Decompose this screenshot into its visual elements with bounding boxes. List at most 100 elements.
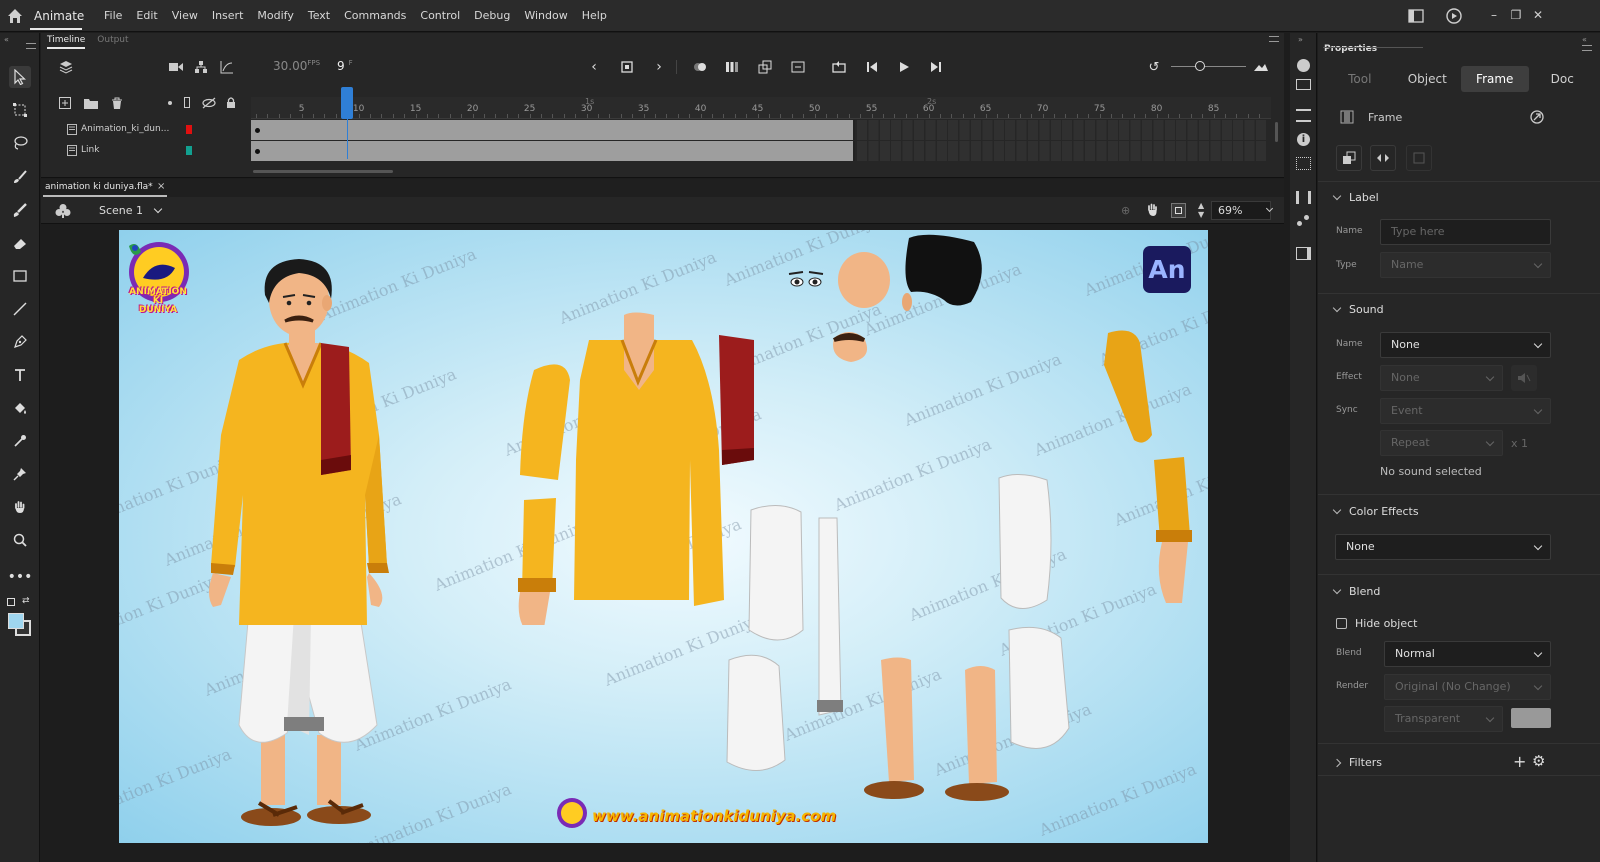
info-panel-icon[interactable]: i <box>1297 133 1310 146</box>
close-tab-icon[interactable]: × <box>157 181 165 192</box>
code-snippets-panel-icon[interactable] <box>1296 247 1311 260</box>
reset-zoom-icon[interactable]: ↺ <box>1146 59 1162 75</box>
render-color-swatch[interactable] <box>1511 708 1551 728</box>
layer-color-swatch[interactable] <box>186 125 192 134</box>
menu-file[interactable]: File <box>104 9 122 22</box>
align-panel-icon[interactable] <box>1296 109 1311 122</box>
fit-timeline-icon[interactable] <box>1253 59 1269 75</box>
layer-color-swatch[interactable] <box>186 146 192 155</box>
transform-panel-icon[interactable] <box>1296 157 1311 170</box>
render-select[interactable]: Original (No Change) <box>1384 674 1551 700</box>
line-tool-icon[interactable] <box>9 298 31 320</box>
center-stage-icon[interactable]: ⊕ <box>1121 204 1133 217</box>
swap-colors-icon[interactable]: ⇄ <box>22 596 30 606</box>
rotate-stage-icon[interactable] <box>1145 203 1160 217</box>
create-classic-tween-icon[interactable] <box>790 59 806 75</box>
tab-timeline[interactable]: Timeline <box>47 35 86 49</box>
new-layer-icon[interactable] <box>57 95 73 111</box>
zoom-stepper[interactable]: ▲ ▼ <box>1198 201 1204 219</box>
timeline-horizontal-scrollbar[interactable] <box>253 170 393 173</box>
timeline-vertical-scrollbar[interactable] <box>1275 122 1278 142</box>
menu-modify[interactable]: Modify <box>257 9 293 22</box>
swap-button[interactable] <box>1370 145 1396 171</box>
menu-help[interactable]: Help <box>582 9 607 22</box>
zoom-tool-icon[interactable] <box>9 529 31 551</box>
eraser-tool-icon[interactable] <box>9 232 31 254</box>
delete-layer-icon[interactable] <box>109 95 125 111</box>
layer-frame-span[interactable] <box>251 141 855 161</box>
sound-repeat-select[interactable]: Repeat <box>1380 430 1503 456</box>
zoom-value[interactable]: 69% <box>1218 204 1242 217</box>
sound-sync-select[interactable]: Event <box>1380 398 1551 424</box>
tab-object[interactable]: Object <box>1394 66 1462 92</box>
selection-tool-icon[interactable] <box>9 66 31 88</box>
step-forward-icon[interactable] <box>928 59 944 75</box>
expand-panels-icon[interactable]: » <box>1298 35 1303 44</box>
menu-commands[interactable]: Commands <box>344 9 406 22</box>
onion-skin-icon[interactable] <box>692 59 708 75</box>
insert-keyframe-icon[interactable] <box>619 59 635 75</box>
color-effects-section-header[interactable]: Color Effects <box>1334 505 1419 518</box>
sound-name-select[interactable]: None <box>1380 332 1551 358</box>
create-motion-tween-icon[interactable] <box>757 59 773 75</box>
timeline-menu-icon[interactable] <box>1269 36 1279 42</box>
stage-canvas[interactable]: Animation Ki Duniya Animation Ki Duniya … <box>119 230 1208 843</box>
pen-tool-icon[interactable] <box>9 331 31 353</box>
menu-view[interactable]: View <box>172 9 198 22</box>
arm-parts[interactable] <box>1094 325 1194 615</box>
keyframe-dot[interactable] <box>255 128 260 133</box>
layer-name[interactable]: Link <box>81 145 99 155</box>
app-name[interactable]: Animate <box>34 9 84 23</box>
menu-insert[interactable]: Insert <box>212 9 244 22</box>
playhead[interactable] <box>341 87 354 119</box>
frame-ruler[interactable]: 5 10 15 20 25 30 35 40 45 50 55 60 65 70 75 80 85 1s 2s <box>251 97 1271 119</box>
loop-playback-icon[interactable] <box>831 59 847 75</box>
tab-doc[interactable]: Doc <box>1529 66 1597 92</box>
assets-panel-icon[interactable] <box>1296 191 1311 204</box>
home-icon[interactable] <box>6 7 24 25</box>
pin-tool-icon[interactable] <box>9 463 31 485</box>
edit-scene-icon[interactable] <box>55 203 71 218</box>
layers-icon[interactable] <box>58 59 74 75</box>
brush-tool-icon[interactable] <box>9 166 31 188</box>
zoom-input[interactable]: 69% <box>1211 201 1271 220</box>
break-apart-button[interactable] <box>1336 145 1362 171</box>
menu-window[interactable]: Window <box>524 9 567 22</box>
full-character[interactable] <box>199 255 409 830</box>
transparent-select[interactable]: Transparent <box>1384 706 1503 732</box>
collapse-properties-icon[interactable]: « <box>1582 35 1587 44</box>
default-colors-icon[interactable] <box>7 598 15 606</box>
layer-name[interactable]: Animation_ki_dun... <box>81 124 169 134</box>
edit-sound-envelope-button[interactable] <box>1511 365 1537 391</box>
fps-readout[interactable]: 30.00FPS <box>273 59 320 73</box>
hide-object-checkbox[interactable] <box>1336 618 1347 629</box>
current-frame-readout[interactable]: 9F <box>337 59 353 73</box>
edit-in-place-button[interactable] <box>1406 145 1432 171</box>
layer-parenting-icon[interactable] <box>193 59 209 75</box>
document-tab[interactable]: animation ki duniya.fla* <box>45 182 153 192</box>
menu-edit[interactable]: Edit <box>136 9 157 22</box>
play-icon[interactable] <box>896 59 912 75</box>
lasso-tool-icon[interactable] <box>9 132 31 154</box>
highlight-layers-icon[interactable] <box>168 101 172 105</box>
filters-section-header[interactable]: Filters <box>1334 756 1382 769</box>
text-tool-icon[interactable] <box>9 364 31 386</box>
free-transform-tool-icon[interactable] <box>9 99 31 121</box>
label-name-input[interactable]: Type here <box>1380 219 1551 245</box>
camera-icon[interactable] <box>168 59 184 75</box>
current-frame-value[interactable]: 9 <box>337 59 345 73</box>
scene-name[interactable]: Scene 1 <box>99 204 143 217</box>
paint-brush-tool-icon[interactable] <box>9 199 31 221</box>
collapse-tools-icon[interactable]: « <box>4 35 9 44</box>
lock-layers-icon[interactable] <box>223 95 239 111</box>
properties-panel-icon[interactable] <box>1297 59 1310 72</box>
test-movie-icon[interactable] <box>1446 8 1462 24</box>
color-swatches[interactable] <box>8 613 32 637</box>
components-panel-icon[interactable] <box>1297 215 1310 228</box>
layer-frame-span[interactable] <box>251 120 855 140</box>
workspace-icon[interactable] <box>1408 9 1424 23</box>
tab-frame[interactable]: Frame <box>1461 66 1529 92</box>
blend-mode-select[interactable]: Normal <box>1384 641 1551 667</box>
more-tools-icon[interactable]: ••• <box>8 566 33 588</box>
keyframe-dot[interactable] <box>255 149 260 154</box>
